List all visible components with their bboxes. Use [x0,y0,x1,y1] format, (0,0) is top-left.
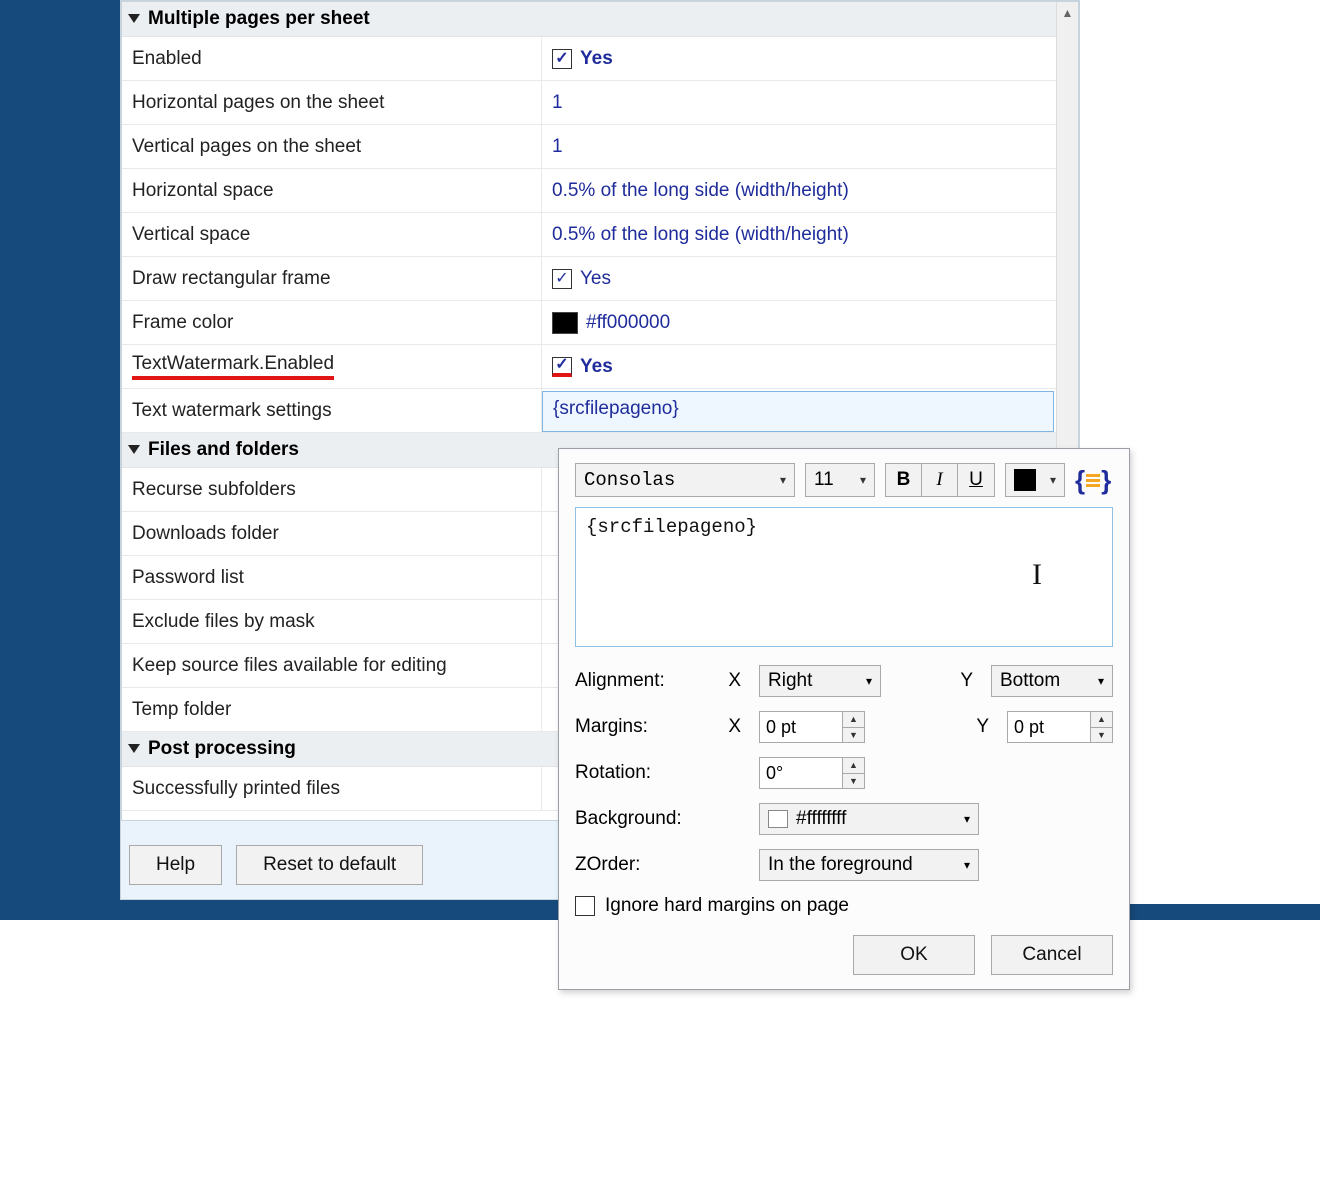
font-style-group: B I U [885,463,995,497]
chevron-down-icon: ▾ [1098,674,1104,688]
align-y-combo[interactable]: Bottom▾ [991,665,1113,697]
spin-down-icon[interactable]: ▼ [1091,728,1112,743]
collapse-icon [128,445,140,454]
font-size-combo[interactable]: 11▾ [805,463,875,497]
checkbox-tw-enabled[interactable]: ✓ [552,357,572,377]
row-frame[interactable]: Draw rectangular frame ✓ Yes [122,257,1078,301]
checkbox-enabled[interactable]: ✓ [552,49,572,69]
italic-button[interactable]: I [922,464,958,496]
font-color-combo[interactable]: ▾ [1005,463,1065,497]
chevron-down-icon: ▾ [964,858,970,872]
value-enabled: Yes [580,48,613,70]
margin-y-input[interactable] [1008,712,1090,742]
margin-x-spinner[interactable]: ▲▼ [759,711,865,743]
text-cursor-icon: I [1032,558,1042,592]
margin-y-spinner[interactable]: ▲▼ [1007,711,1113,743]
chevron-down-icon: ▾ [1050,473,1056,487]
scroll-up-icon[interactable]: ▲ [1057,2,1078,24]
checkbox-frame[interactable]: ✓ [552,269,572,289]
margin-x-input[interactable] [760,712,842,742]
zorder-combo[interactable]: In the foreground▾ [759,849,979,881]
editor-toolbar: Consolas▾ 11▾ B I U ▾ {} [575,463,1113,497]
rotation-input[interactable] [760,758,842,788]
text-watermark-settings-input[interactable]: {srcfilepageno} [542,391,1054,432]
underline-button[interactable]: U [958,464,994,496]
align-x-combo[interactable]: Right▾ [759,665,881,697]
collapse-icon [128,14,140,23]
margins-label: Margins: [575,716,705,738]
section-title: Multiple pages per sheet [148,8,370,30]
help-button[interactable]: Help [129,845,222,885]
spin-up-icon[interactable]: ▲ [843,758,864,774]
spin-down-icon[interactable]: ▼ [843,728,864,743]
bottom-buttons: Help Reset to default [129,845,423,885]
font-family-combo[interactable]: Consolas▾ [575,463,795,497]
chevron-down-icon: ▾ [866,674,872,688]
spin-down-icon[interactable]: ▼ [843,774,864,789]
row-vertical-pages[interactable]: Vertical pages on the sheet 1 [122,125,1078,169]
chevron-down-icon: ▾ [964,812,970,826]
rotation-spinner[interactable]: ▲▼ [759,757,865,789]
bg-swatch-icon [768,810,788,828]
row-enabled[interactable]: Enabled ✓ Yes [122,37,1078,81]
chevron-down-icon: ▾ [780,473,786,488]
row-text-watermark-settings[interactable]: Text watermark settings {srcfilepageno} [122,389,1078,433]
watermark-editor-popup: Consolas▾ 11▾ B I U ▾ {} {srcfilepageno}… [558,448,1130,990]
frame-color-swatch[interactable] [552,312,578,334]
color-swatch-icon [1014,469,1036,491]
reset-button[interactable]: Reset to default [236,845,423,885]
watermark-text-editor[interactable]: {srcfilepageno} I [575,507,1113,647]
bold-button[interactable]: B [886,464,922,496]
ignore-margins-checkbox[interactable] [575,896,595,916]
insert-macro-button[interactable]: {} [1075,465,1111,496]
spin-up-icon[interactable]: ▲ [1091,712,1112,728]
cancel-button[interactable]: Cancel [991,935,1113,975]
row-horizontal-space[interactable]: Horizontal space 0.5% of the long side (… [122,169,1078,213]
label-enabled: Enabled [122,37,542,80]
ignore-margins-label: Ignore hard margins on page [605,895,849,917]
chevron-down-icon: ▾ [860,473,866,487]
row-frame-color[interactable]: Frame color #ff000000 [122,301,1078,345]
row-vertical-space[interactable]: Vertical space 0.5% of the long side (wi… [122,213,1078,257]
collapse-icon [128,744,140,753]
spin-up-icon[interactable]: ▲ [843,712,864,728]
background-label: Background: [575,808,705,830]
zorder-label: ZOrder: [575,854,705,876]
background-combo[interactable]: #ffffffff ▾ [759,803,979,835]
ok-button[interactable]: OK [853,935,975,975]
row-horizontal-pages[interactable]: Horizontal pages on the sheet 1 [122,81,1078,125]
section-multiple-pages[interactable]: Multiple pages per sheet [122,2,1078,37]
alignment-label: Alignment: [575,670,705,692]
row-textwatermark-enabled[interactable]: TextWatermark.Enabled ✓ Yes [122,345,1078,389]
popup-footer: OK Cancel [575,935,1113,975]
rotation-label: Rotation: [575,762,705,784]
